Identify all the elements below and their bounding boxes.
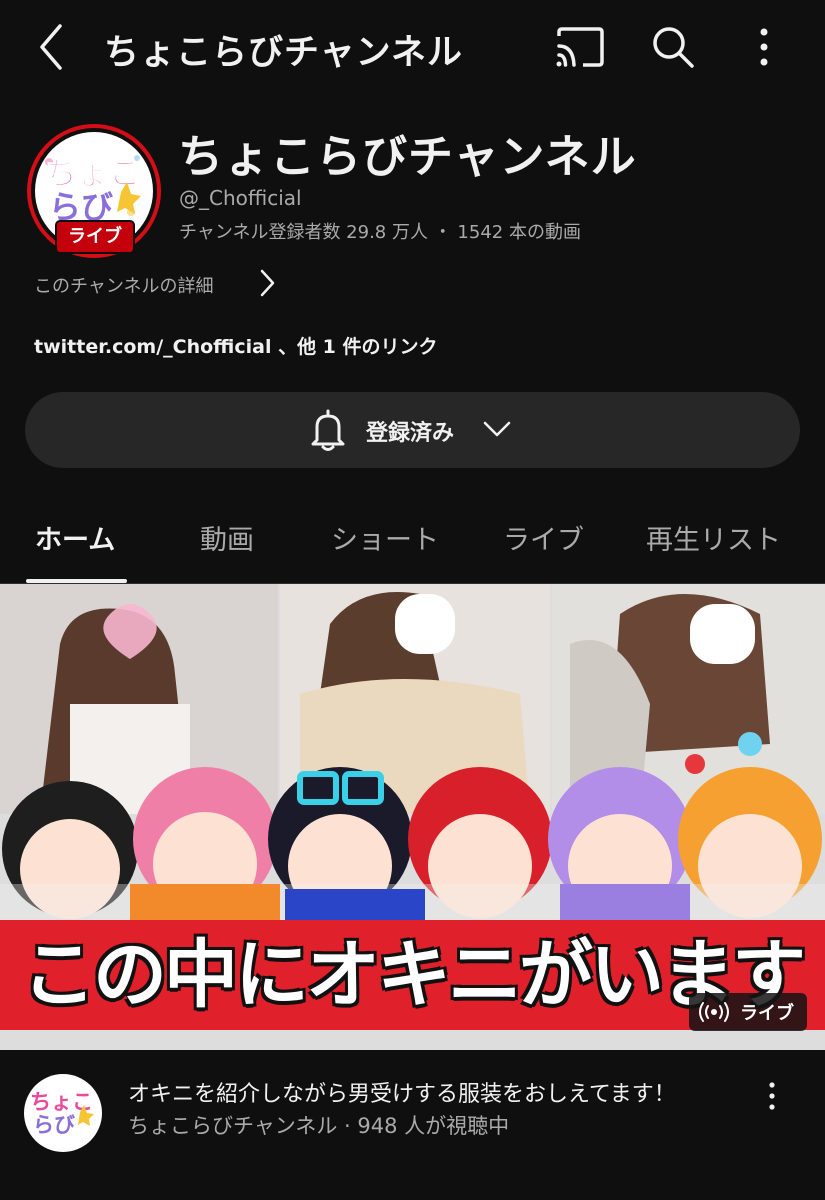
- channel-logo-image: ちょこ らび: [30, 1090, 94, 1137]
- back-icon[interactable]: [30, 22, 74, 72]
- chevron-right-icon[interactable]: [256, 266, 278, 300]
- channel-details-link[interactable]: このチャンネルの詳細: [34, 272, 213, 298]
- page-title: ちょこらびチャンネル: [104, 33, 463, 73]
- cast-icon[interactable]: [553, 26, 605, 68]
- featured-video-thumbnail[interactable]: この中にオキニがいます: [0, 584, 825, 1050]
- video-title[interactable]: オキニを紹介しながら男受けする服装をおしえてます！: [128, 1076, 676, 1108]
- search-icon[interactable]: [650, 24, 696, 70]
- tab-playlists[interactable]: 再生リスト: [646, 518, 781, 557]
- channel-handle: @_Chofficial: [179, 186, 302, 210]
- subscribed-label: 登録済み: [366, 421, 455, 446]
- more-vert-icon[interactable]: [748, 24, 780, 70]
- video-more-icon[interactable]: [760, 1080, 784, 1112]
- live-broadcast-icon: [699, 1002, 729, 1022]
- logo-text-bottom: らび: [33, 1113, 75, 1137]
- chevron-down-icon: [483, 421, 511, 437]
- channel-stats: チャンネル登録者数 29.8 万人 ・ 1542 本の動画: [179, 222, 581, 243]
- live-badge: ライブ: [55, 220, 135, 254]
- tab-shorts[interactable]: ショート: [331, 518, 439, 557]
- tab-home[interactable]: ホーム: [35, 518, 115, 557]
- tab-live[interactable]: ライブ: [503, 518, 584, 557]
- live-chip-label: ライブ: [740, 1003, 794, 1024]
- channel-links[interactable]: twitter.com/_Chofficial 、他 1 件のリンク: [34, 332, 438, 359]
- video-subline: ちょこらびチャンネル · 948 人が視聴中: [128, 1114, 510, 1138]
- channel-name: ちょこらびチャンネル: [178, 130, 637, 183]
- video-channel-avatar[interactable]: ちょこ らび: [24, 1074, 102, 1152]
- tab-videos[interactable]: 動画: [200, 518, 254, 557]
- bell-icon: [311, 409, 345, 451]
